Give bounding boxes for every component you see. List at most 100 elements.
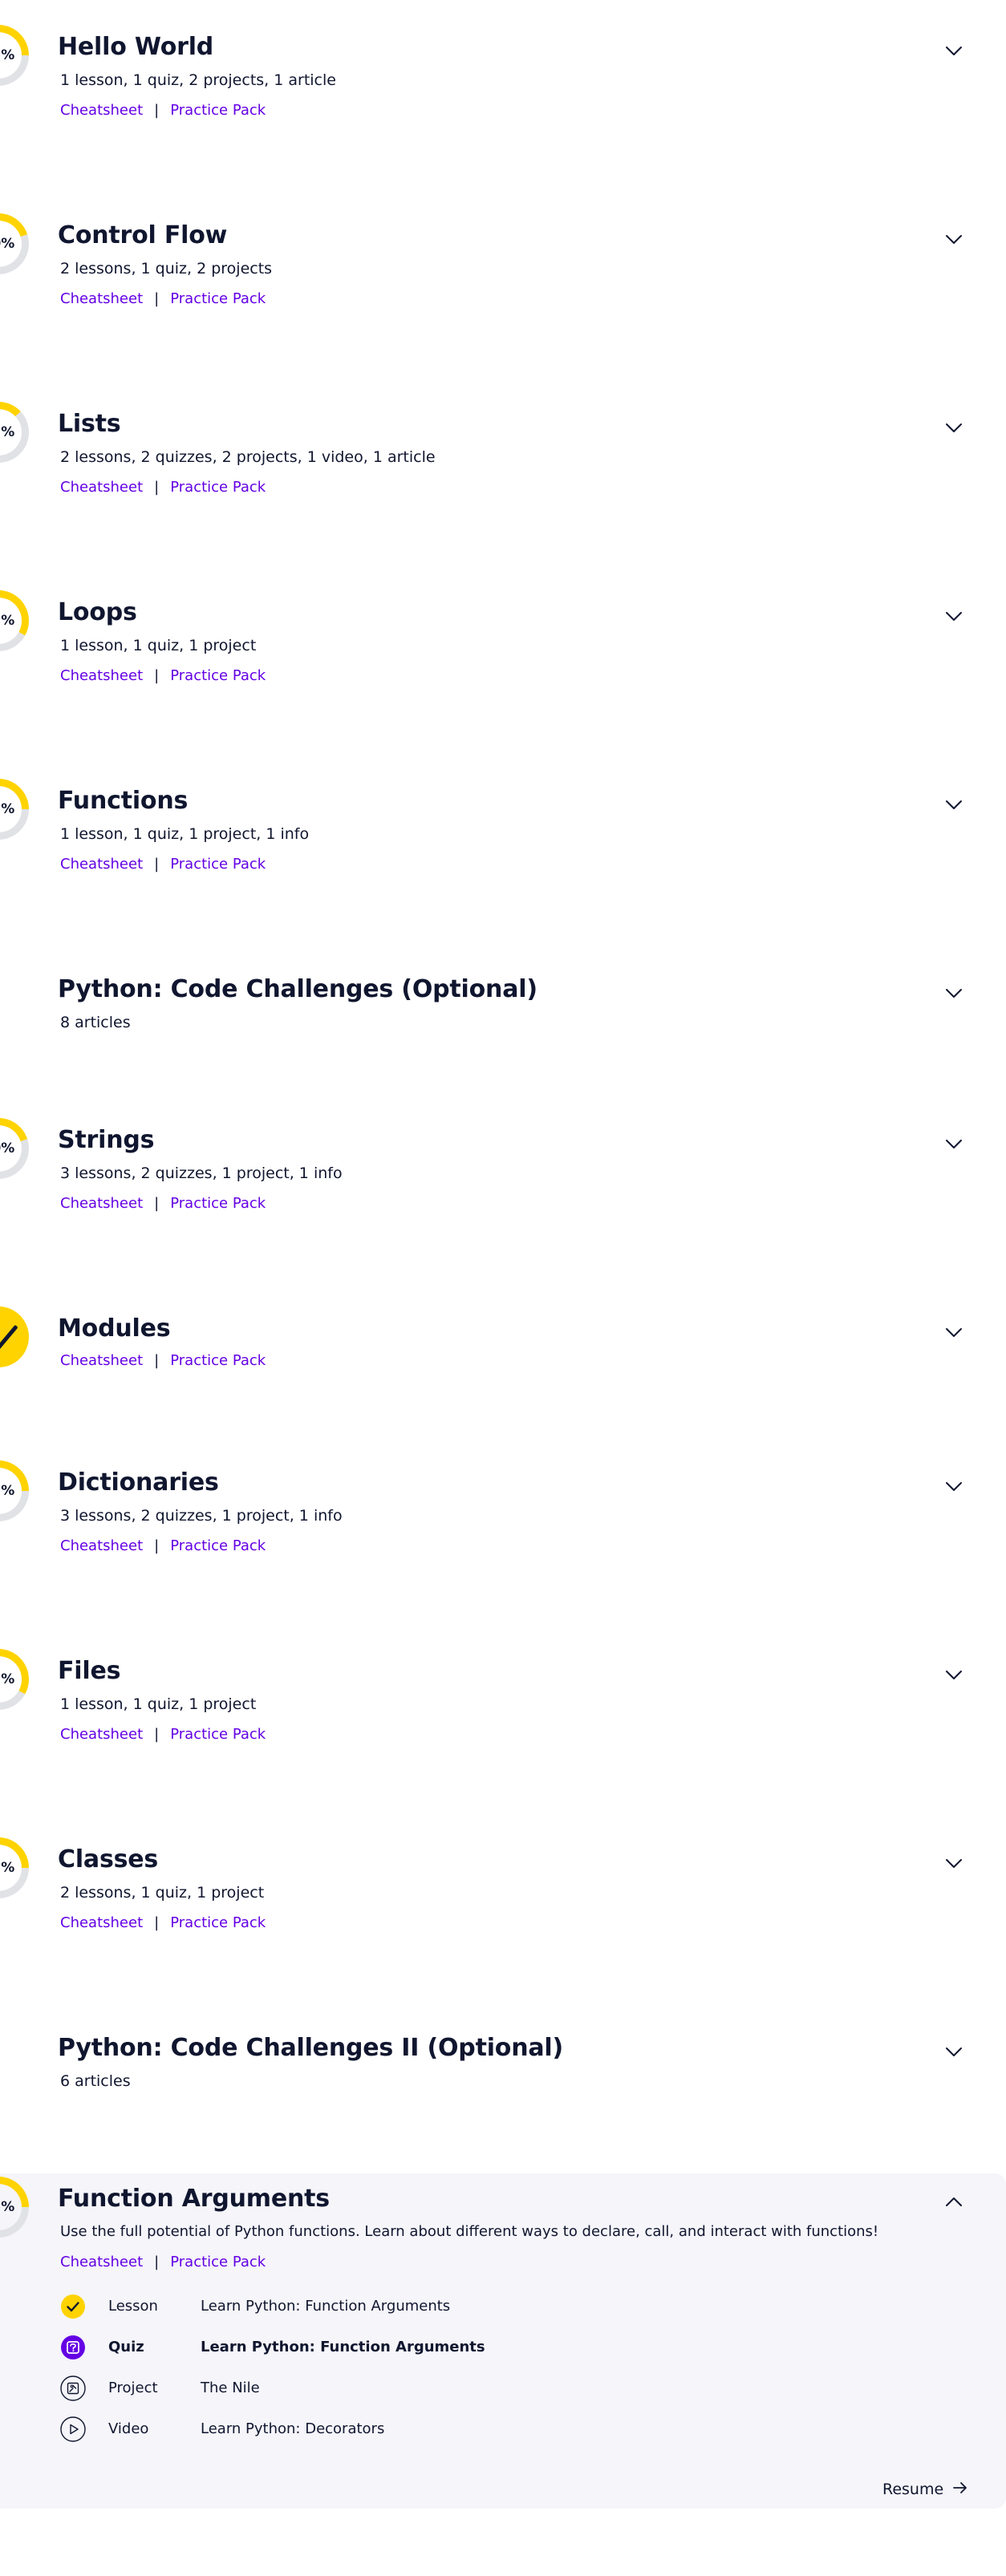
module-item-quiz[interactable]: Quiz Learn Python: Function Arguments [60,2335,943,2376]
module-links: Cheatsheet | Practice Pack [60,1194,266,1213]
module-hello-world: 25% Hello World 1 lesson, 1 quiz, 2 projec… [0,22,1006,182]
chevron-down-icon[interactable] [940,1318,967,1346]
module-title[interactable]: Modules [58,1313,171,1345]
module-title[interactable]: Python: Code Challenges II (Optional) [58,2032,563,2064]
module-title[interactable]: Files [58,1655,120,1687]
module-links: Cheatsheet | Practice Pack [60,1725,266,1744]
cheatsheet-link[interactable]: Cheatsheet [60,1914,143,1931]
pencil-icon [0,1324,18,1351]
chevron-down-icon[interactable] [940,1472,967,1500]
module-links: Cheatsheet | Practice Pack [60,1351,266,1371]
module-summary: 3 lessons, 2 quizzes, 1 project, 1 info [60,1507,343,1525]
cheatsheet-link[interactable]: Cheatsheet [60,479,143,496]
module-title[interactable]: Loops [58,597,137,629]
chevron-down-icon[interactable] [940,37,967,64]
module-title[interactable]: Lists [58,408,121,440]
progress-ring: 25% [0,25,29,86]
module-item-lesson[interactable]: Lesson Learn Python: Function Arguments [60,2294,943,2335]
link-separator: | [154,102,160,119]
module-links: Cheatsheet | Practice Pack [60,101,266,120]
cheatsheet-link[interactable]: Cheatsheet [60,856,143,873]
module-title[interactable]: Hello World [58,31,213,63]
resume-label: Resume [882,2481,944,2498]
module-title[interactable]: Control Flow [58,220,227,252]
chevron-down-icon[interactable] [940,602,967,630]
cheatsheet-link[interactable]: Cheatsheet [60,290,143,307]
module-title[interactable]: Strings [58,1124,155,1156]
practice-pack-link[interactable]: Practice Pack [170,1914,266,1931]
link-separator: | [154,2254,160,2270]
item-type: Quiz [108,2339,144,2355]
module-summary: 1 lesson, 1 quiz, 1 project, 1 info [60,825,310,843]
practice-pack-link[interactable]: Practice Pack [170,667,266,684]
module-title[interactable]: Function Arguments [58,2183,330,2215]
cheatsheet-link[interactable]: Cheatsheet [60,1537,143,1554]
chevron-down-icon[interactable] [940,2038,967,2065]
chevron-down-icon[interactable] [940,1130,967,1157]
module-python-code-challenges-ii-optional: Python: Code Challenges II (Optional) 6 a… [0,2023,1006,2183]
module-links: Cheatsheet | Practice Pack [60,1537,266,1556]
module-item-video[interactable]: Video Learn Python: Decorators [60,2416,943,2457]
practice-pack-link[interactable]: Practice Pack [170,479,266,496]
cheatsheet-link[interactable]: Cheatsheet [60,1352,143,1369]
play-icon [60,2416,86,2442]
progress-ring: 20% [0,213,29,274]
chevron-down-icon[interactable] [940,979,967,1007]
progress-ring: 33% [0,1649,29,1710]
link-separator: | [154,1352,160,1369]
module-summary: 1 lesson, 1 quiz, 1 project [60,1695,257,1713]
chevron-down-icon[interactable] [940,791,967,818]
arrow-right-icon [951,2479,969,2502]
module-summary: 1 lesson, 1 quiz, 2 projects, 1 article [60,71,336,89]
chevron-down-icon[interactable] [940,1849,967,1877]
practice-pack-link[interactable]: Practice Pack [170,856,266,873]
module-strings: 20% Strings 3 lessons, 2 quizzes, 1 projec… [0,1115,1006,1275]
progress-label: 33% [0,1671,15,1687]
course-syllabus: 25% Hello World 1 lesson, 1 quiz, 2 projec… [0,0,1006,2576]
module-items: Lesson Learn Python: Function Arguments Qu… [60,2294,943,2457]
module-title[interactable]: Python: Code Challenges (Optional) [58,974,537,1006]
module-function-arguments: 25% Function Arguments Use the full potent… [0,2173,1006,2509]
module-title[interactable]: Functions [58,785,188,817]
module-summary: 1 lesson, 1 quiz, 1 project [60,637,257,654]
module-title[interactable]: Classes [58,1844,158,1876]
progress-label: 13% [0,424,15,440]
progress-label: 33% [0,613,15,629]
module-title[interactable]: Dictionaries [58,1467,219,1499]
cheatsheet-link[interactable]: Cheatsheet [60,2254,143,2270]
item-name: Learn Python: Function Arguments [201,2339,485,2355]
practice-pack-link[interactable]: Practice Pack [170,1352,266,1369]
progress-ring: 25% [0,1837,29,1898]
chevron-down-icon[interactable] [940,225,967,253]
cheatsheet-link[interactable]: Cheatsheet [60,1726,143,1743]
module-summary: 6 articles [60,2072,131,2090]
module-control-flow: 20% Control Flow 2 lessons, 1 quiz, 2 proj… [0,210,1006,371]
progress-ring: 25% [0,779,29,840]
progress-label: 25% [0,47,15,63]
cheatsheet-link[interactable]: Cheatsheet [60,667,143,684]
module-functions: 25% Functions 1 lesson, 1 quiz, 1 project,… [0,776,1006,936]
chevron-up-icon[interactable] [940,2189,967,2216]
link-separator: | [154,1726,160,1743]
practice-pack-link[interactable]: Practice Pack [170,1726,266,1743]
module-dictionaries: 25% Dictionaries 3 lessons, 2 quizzes, 1 p… [0,1457,1006,1618]
module-classes: 25% Classes 2 lessons, 1 quiz, 1 project Ch… [0,1834,1006,1995]
practice-pack-link[interactable]: Practice Pack [170,1537,266,1554]
module-item-project[interactable]: Project The Nile [60,2376,943,2416]
chevron-down-icon[interactable] [940,414,967,441]
cheatsheet-link[interactable]: Cheatsheet [60,102,143,119]
item-name: Learn Python: Decorators [201,2420,385,2437]
cheatsheet-link[interactable]: Cheatsheet [60,1195,143,1212]
practice-pack-link[interactable]: Practice Pack [170,290,266,307]
chevron-down-icon[interactable] [940,1661,967,1688]
progress-label: 25% [0,1860,15,1876]
practice-pack-link[interactable]: Practice Pack [170,2254,266,2270]
quiz-icon [60,2335,86,2360]
link-separator: | [154,1537,160,1554]
progress-ring: 25% [0,1460,29,1521]
practice-pack-link[interactable]: Practice Pack [170,102,266,119]
resume-button[interactable]: Resume [882,2479,969,2502]
module-summary: 3 lessons, 2 quizzes, 1 project, 1 info [60,1164,343,1182]
practice-pack-link[interactable]: Practice Pack [170,1195,266,1212]
progress-label: 25% [0,801,15,817]
